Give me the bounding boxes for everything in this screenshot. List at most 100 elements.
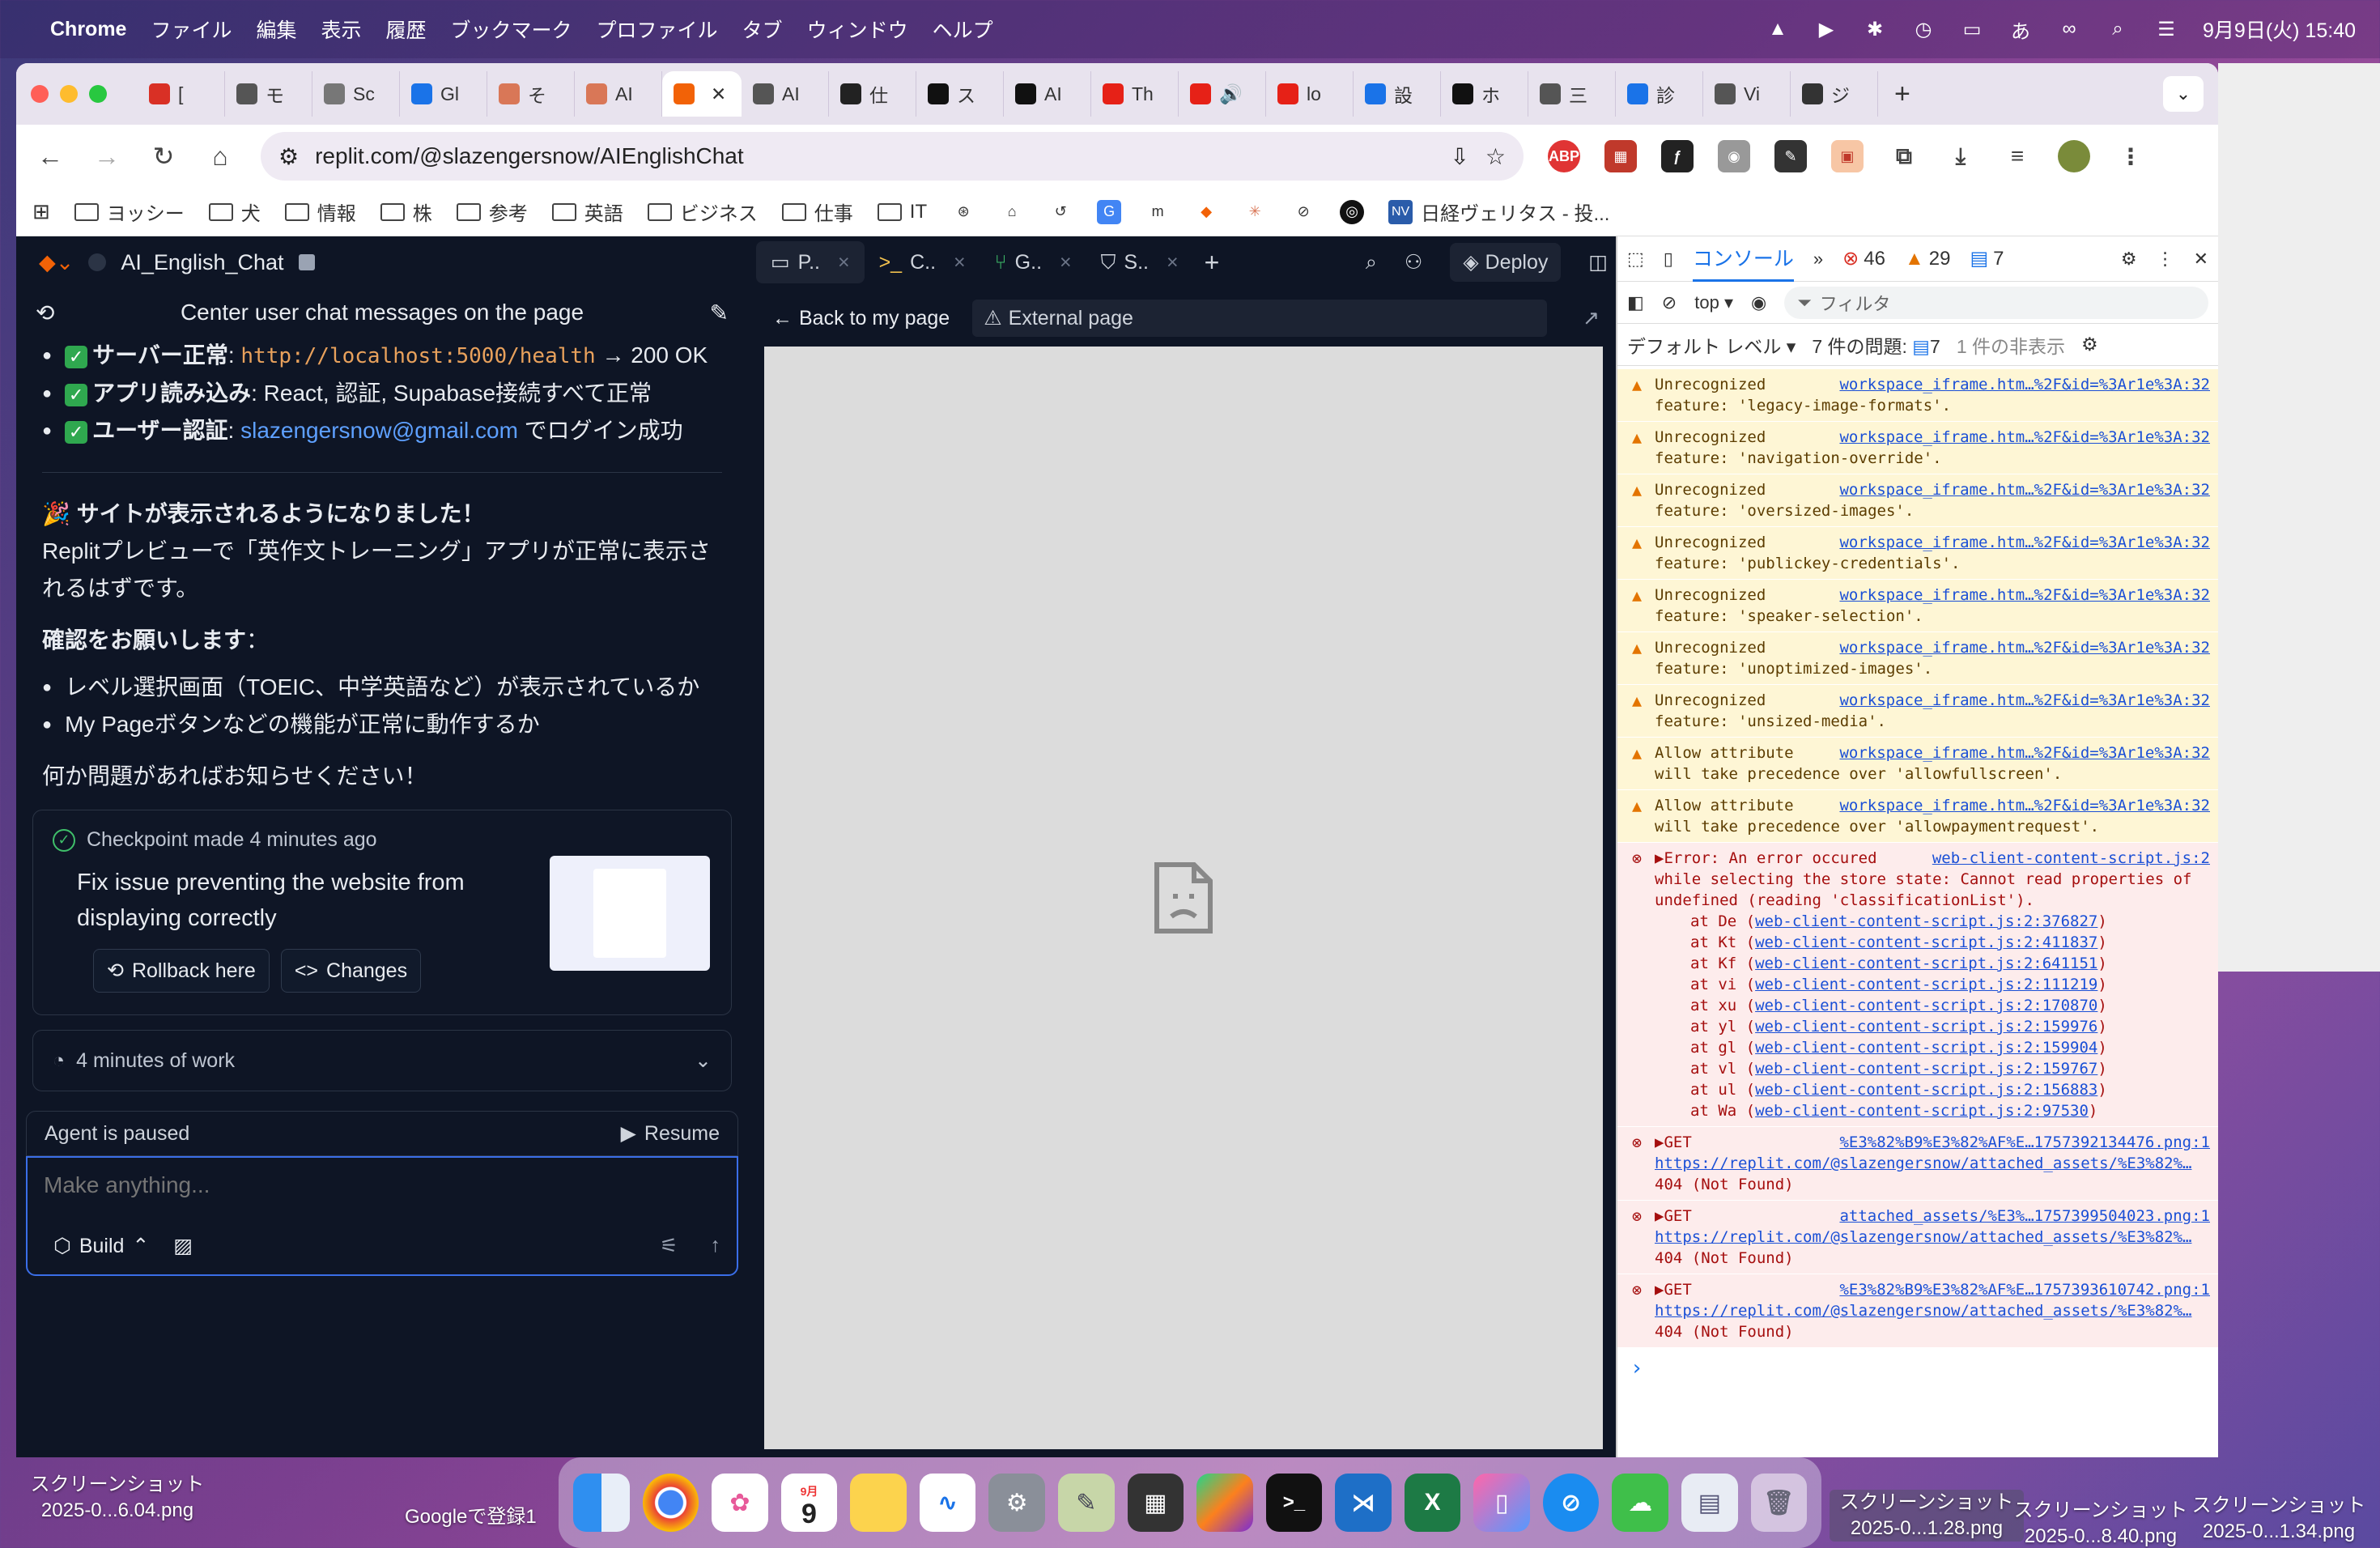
extension-icon[interactable]: ƒ xyxy=(1661,140,1694,172)
menu-item[interactable]: タブ xyxy=(742,15,783,44)
zoom-window-button[interactable] xyxy=(89,85,107,103)
photos-icon[interactable]: ✿ xyxy=(712,1474,768,1532)
deploy-button[interactable]: ◈ Deploy xyxy=(1450,243,1562,282)
preview-icon[interactable]: ▤ xyxy=(1681,1474,1738,1532)
safari-icon[interactable]: ⊘ xyxy=(1542,1474,1600,1532)
chrome-icon[interactable] xyxy=(642,1474,699,1532)
home-icon[interactable]: ⌂ xyxy=(1000,200,1024,224)
bookmark-folder[interactable]: 株 xyxy=(380,198,432,226)
browser-tab[interactable]: ジ xyxy=(1791,71,1878,117)
browser-tab[interactable]: AI xyxy=(575,71,662,117)
source-link[interactable]: workspace_iframe.htm…%2F&id=%3Ar1e%3A:32 xyxy=(1839,427,2210,448)
calendar-icon[interactable]: 9月 9 xyxy=(780,1474,838,1532)
replit-icon[interactable]: ◆ xyxy=(1194,200,1218,224)
vscode-icon[interactable]: ⋊ xyxy=(1335,1474,1392,1532)
browser-tab[interactable]: AI xyxy=(742,71,829,117)
sidebar-toggle-icon[interactable]: ◧ xyxy=(1627,292,1644,313)
bluetooth-icon[interactable]: ✱ xyxy=(1863,17,1887,41)
url-text[interactable]: replit.com/@slazengersnow/AIEnglishChat xyxy=(315,143,1434,169)
browser-tab[interactable]: [ xyxy=(138,71,225,117)
menu-item[interactable]: プロファイル xyxy=(597,15,718,44)
eyedropper-icon[interactable]: ✎ xyxy=(1774,140,1807,172)
browser-tab[interactable]: 🔊 xyxy=(1179,71,1266,117)
source-link[interactable]: %E3%82%B9%E3%82%AF%E…1757393610742.png:1 xyxy=(1839,1279,2210,1300)
menu-item[interactable]: 編集 xyxy=(256,15,296,44)
close-icon[interactable]: × xyxy=(838,251,850,274)
clear-console-icon[interactable]: ⊘ xyxy=(1662,292,1677,313)
console-prompt[interactable]: › xyxy=(1617,1348,2218,1389)
changes-button[interactable]: <> Changes xyxy=(280,949,422,993)
caret-icon[interactable]: ▲ xyxy=(1766,17,1790,41)
address-bar[interactable]: ⚙ replit.com/@slazengersnow/AIEnglishCha… xyxy=(261,132,1524,181)
stack-link[interactable]: web-client-content-script.js:2:641151 xyxy=(1755,955,2097,972)
new-chat-icon[interactable]: ✎ xyxy=(710,300,729,326)
request-url[interactable]: https://replit.com/@slazengersnow/attach… xyxy=(1655,1153,2210,1174)
m-icon[interactable]: m xyxy=(1145,200,1170,224)
home-icon[interactable]: ⌂ xyxy=(204,142,236,172)
settings-gear-icon[interactable]: ⚙ xyxy=(988,1474,1045,1532)
reload-icon[interactable]: ↻ xyxy=(147,141,180,172)
menu-item[interactable]: 履歴 xyxy=(386,15,427,44)
site-info-icon[interactable]: ⚙ xyxy=(278,143,299,170)
browser-tab[interactable]: 三 xyxy=(1528,71,1616,117)
kebab-menu-icon[interactable]: ⋮ xyxy=(2157,249,2174,270)
browser-tab[interactable]: Gl xyxy=(400,71,487,117)
open-external-icon[interactable]: ↗ xyxy=(1583,306,1600,330)
browser-tab[interactable]: Th xyxy=(1091,71,1179,117)
browser-tab[interactable]: 診 xyxy=(1616,71,1703,117)
prompt-input[interactable] xyxy=(44,1172,720,1198)
menu-app-name[interactable]: Chrome xyxy=(50,18,126,41)
add-tab-icon[interactable]: + xyxy=(1205,248,1220,278)
close-icon[interactable]: × xyxy=(1060,251,1072,274)
stack-link[interactable]: web-client-content-script.js:2:97530 xyxy=(1755,1102,2089,1120)
extension-icon[interactable]: ▣ xyxy=(1831,140,1864,172)
source-link[interactable]: attached_assets/%E3%…1757399504023.png:1 xyxy=(1839,1206,2210,1227)
extension-icon[interactable]: ▦ xyxy=(1604,140,1637,172)
browser-tab[interactable]: 仕 xyxy=(829,71,916,117)
battery-icon[interactable]: ▭ xyxy=(1960,17,1984,41)
desktop-file-label[interactable]: スクリーンショット 2025-0...1.28.png xyxy=(1830,1490,2024,1542)
info-count-badge[interactable]: ▤ 7 xyxy=(1970,247,2004,270)
warning-count-badge[interactable]: ▲ 29 xyxy=(1905,248,1950,270)
bookmark-folder[interactable]: 参考 xyxy=(456,198,528,226)
source-link[interactable]: web-client-content-script.js:2 xyxy=(1932,848,2210,869)
translate-icon[interactable]: G xyxy=(1097,199,1122,224)
kebab-menu-icon[interactable]: ⋮ xyxy=(2114,140,2147,172)
sliders-icon[interactable]: ⚟ xyxy=(660,1234,678,1258)
terminal-icon[interactable]: >_ xyxy=(1265,1474,1323,1532)
calculator-icon[interactable]: ▦ xyxy=(1127,1474,1184,1532)
browser-tab[interactable]: ✕ xyxy=(662,71,742,117)
bookmark-folder[interactable]: ヨッシー xyxy=(74,198,185,226)
issues-link[interactable]: 7 件の問題: ▤7 xyxy=(1812,331,1940,359)
clock-icon[interactable]: ◷ xyxy=(1911,17,1936,41)
checkpoint-thumbnail[interactable] xyxy=(550,856,710,971)
project-name[interactable]: AI_English_Chat xyxy=(121,250,283,275)
bookmark-folder[interactable]: 犬 xyxy=(208,198,261,226)
source-link[interactable]: workspace_iframe.htm…%2F&id=%3Ar1e%3A:32 xyxy=(1839,374,2210,395)
resume-button[interactable]: ▶ Resume xyxy=(621,1121,720,1146)
source-link[interactable]: workspace_iframe.htm…%2F&id=%3Ar1e%3A:32 xyxy=(1839,742,2210,763)
eye-icon[interactable]: ◉ xyxy=(1751,292,1766,313)
layout-icon[interactable]: ◫ xyxy=(1588,250,1608,274)
rollback-button[interactable]: ⟲ Rollback here xyxy=(93,949,270,993)
device-icon[interactable]: ▯ xyxy=(1664,249,1673,270)
source-link[interactable]: workspace_iframe.htm…%2F&id=%3Ar1e%3A:32 xyxy=(1839,637,2210,658)
play-icon[interactable]: ▶ xyxy=(1814,17,1838,41)
tab-console[interactable]: >_ C.. × xyxy=(865,241,980,283)
desktop-file-label[interactable]: スクリーンショット 2025-0...1.34.png xyxy=(2186,1493,2372,1545)
browser-tab[interactable]: そ xyxy=(487,71,575,117)
link-icon[interactable]: ∞ xyxy=(2057,17,2081,41)
request-url[interactable]: https://replit.com/@slazengersnow/attach… xyxy=(1655,1300,2210,1321)
external-page-label[interactable]: ⚠ External page xyxy=(972,300,1548,337)
notes-icon[interactable] xyxy=(850,1474,907,1532)
stop-icon[interactable] xyxy=(298,254,315,270)
stack-link[interactable]: web-client-content-script.js:2:159976 xyxy=(1755,1018,2097,1036)
history-icon[interactable]: ⟲ xyxy=(36,300,54,326)
browser-tab[interactable]: ホ xyxy=(1441,71,1528,117)
more-tabs-icon[interactable]: » xyxy=(1813,249,1823,270)
settings-gear-icon[interactable]: ⚙ xyxy=(2081,334,2098,355)
inspect-icon[interactable]: ⬚ xyxy=(1627,249,1644,270)
excel-icon[interactable]: X xyxy=(1404,1474,1461,1532)
chatgpt-icon[interactable]: ◎ xyxy=(1340,199,1365,224)
trash-icon[interactable]: 🗑 xyxy=(1750,1474,1808,1532)
